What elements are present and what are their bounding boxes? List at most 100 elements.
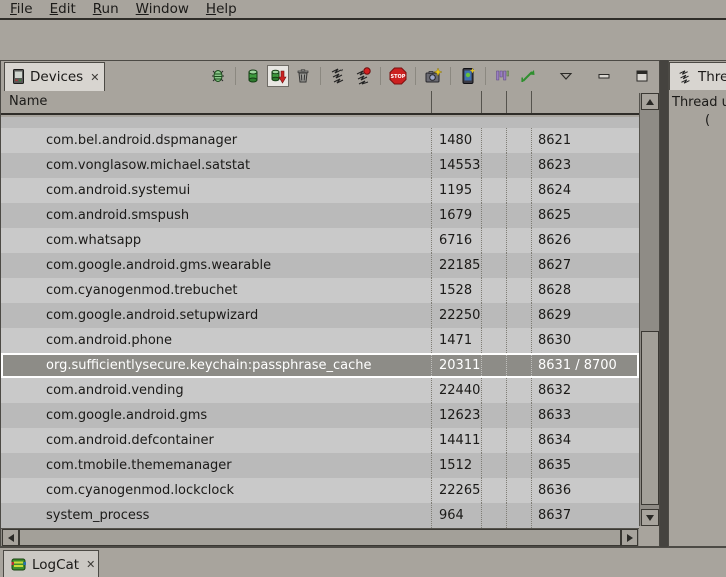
capture-device-screen-icon[interactable] — [457, 65, 479, 87]
close-icon[interactable]: ✕ — [86, 558, 95, 571]
process-pid: 22185 — [439, 253, 480, 278]
column-divider — [531, 153, 532, 178]
table-column-header[interactable]: Name — [1, 91, 659, 115]
hierarchy-view-icon[interactable] — [517, 65, 539, 87]
column-divider — [481, 153, 482, 178]
process-pid: 14411 — [439, 428, 480, 453]
start-method-profiling-icon[interactable] — [352, 65, 374, 87]
column-divider — [506, 428, 507, 453]
column-divider — [531, 403, 532, 428]
process-name: com.whatsapp — [46, 228, 141, 253]
column-divider — [481, 278, 482, 303]
table-row[interactable]: com.android.defcontainer 14411 8634 — [1, 428, 639, 453]
column-divider — [481, 228, 482, 253]
view-menu-icon[interactable] — [555, 65, 577, 87]
process-name: com.android.systemui — [46, 178, 190, 203]
cause-gc-icon[interactable] — [292, 65, 314, 87]
process-table-viewport: com.bel.android.dspmanager 1480 8621 com… — [1, 117, 639, 528]
scroll-left-button[interactable] — [2, 529, 19, 546]
update-threads-icon[interactable] — [327, 65, 349, 87]
table-row[interactable]: com.tmobile.thememanager 1512 8635 — [1, 453, 639, 478]
table-row[interactable]: org.sufficientlysecure.keychain:passphra… — [1, 353, 639, 378]
column-divider — [431, 378, 432, 403]
table-row[interactable]: com.android.vending 22440 8632 — [1, 378, 639, 403]
column-divider — [506, 378, 507, 403]
column-divider — [506, 403, 507, 428]
process-pid: 12623 — [439, 403, 480, 428]
toolbar-strip — [0, 22, 726, 60]
column-divider — [431, 203, 432, 228]
stop-process-icon[interactable]: STOP — [387, 65, 409, 87]
horizontal-scrollbar[interactable] — [1, 528, 639, 546]
table-row[interactable]: com.cyanogenmod.trebuchet 1528 8628 — [1, 278, 639, 303]
column-divider[interactable] — [481, 91, 482, 113]
table-row[interactable]: com.google.android.gms 12623 8633 — [1, 403, 639, 428]
screen-capture-icon[interactable] — [422, 65, 444, 87]
ddms-window: File Edit Run Window Help Devices ✕ — [0, 0, 726, 577]
menu-item-run[interactable]: Run — [93, 1, 119, 17]
partial-row — [1, 117, 639, 128]
process-port: 8636 — [538, 478, 571, 503]
minimize-icon[interactable] — [593, 65, 615, 87]
scroll-down-button[interactable] — [641, 509, 659, 526]
tab-logcat[interactable]: LogCat ✕ — [3, 550, 99, 577]
process-pid: 22440 — [439, 378, 480, 403]
vertical-scrollbar-thumb[interactable] — [641, 331, 659, 505]
process-pid: 1195 — [439, 178, 472, 203]
tab-threads-label: Threa — [698, 69, 726, 85]
table-row[interactable]: com.android.smspush 1679 8625 — [1, 203, 639, 228]
scroll-right-button[interactable] — [621, 529, 638, 546]
scroll-up-button[interactable] — [641, 93, 659, 110]
tab-devices-label: Devices — [30, 69, 83, 85]
table-row[interactable]: com.google.android.setupwizard 22250 862… — [1, 303, 639, 328]
menu-item-help[interactable]: Help — [206, 1, 237, 17]
column-divider — [431, 328, 432, 353]
process-name: com.google.android.setupwizard — [46, 303, 258, 328]
bottom-tab-bar: LogCat ✕ — [0, 547, 726, 577]
process-port: 8629 — [538, 303, 571, 328]
column-divider — [531, 328, 532, 353]
tab-devices[interactable]: Devices ✕ — [4, 62, 105, 91]
table-row[interactable]: com.google.android.gms.wearable 22185 86… — [1, 253, 639, 278]
update-heap-icon[interactable] — [242, 65, 264, 87]
column-divider — [506, 328, 507, 353]
tab-threads[interactable]: Threa — [669, 62, 726, 90]
column-divider — [481, 453, 482, 478]
column-divider[interactable] — [531, 91, 532, 113]
column-divider — [431, 453, 432, 478]
column-divider — [506, 128, 507, 153]
column-header-name[interactable]: Name — [9, 94, 47, 109]
maximize-icon[interactable] — [631, 65, 653, 87]
menu-item-edit[interactable]: Edit — [50, 1, 76, 17]
process-port: 8633 — [538, 403, 571, 428]
phone-icon — [12, 69, 25, 85]
process-name: com.android.vending — [46, 378, 184, 403]
column-divider — [431, 403, 432, 428]
column-divider[interactable] — [506, 91, 507, 113]
threads-icon — [677, 69, 693, 85]
process-port: 8631 / 8700 — [538, 353, 617, 378]
process-name: com.bel.android.dspmanager — [46, 128, 237, 153]
table-row[interactable]: com.vonglasow.michael.satstat 14553 8623 — [1, 153, 639, 178]
menu-item-window[interactable]: Window — [136, 1, 189, 17]
horizontal-scrollbar-thumb[interactable] — [19, 529, 621, 546]
table-row[interactable]: com.whatsapp 6716 8626 — [1, 228, 639, 253]
table-row[interactable]: com.android.phone 1471 8630 — [1, 328, 639, 353]
process-name: com.android.defcontainer — [46, 428, 214, 453]
column-divider — [531, 378, 532, 403]
column-divider — [506, 453, 507, 478]
menu-item-file[interactable]: File — [10, 1, 33, 17]
table-row[interactable]: system_process 964 8637 — [1, 503, 639, 528]
sysinfo-icon[interactable] — [492, 65, 514, 87]
column-divider — [431, 228, 432, 253]
column-divider[interactable] — [431, 91, 432, 113]
table-row[interactable]: com.cyanogenmod.lockclock 22265 8636 — [1, 478, 639, 503]
menubar: File Edit Run Window Help — [0, 0, 726, 20]
table-row[interactable]: com.bel.android.dspmanager 1480 8621 — [1, 128, 639, 153]
toolbar-separator — [450, 67, 451, 85]
close-icon[interactable]: ✕ — [90, 71, 99, 84]
debug-process-icon[interactable] — [207, 65, 229, 87]
vertical-scrollbar[interactable] — [639, 93, 659, 526]
dump-hprof-icon[interactable] — [267, 65, 289, 87]
table-row[interactable]: com.android.systemui 1195 8624 — [1, 178, 639, 203]
